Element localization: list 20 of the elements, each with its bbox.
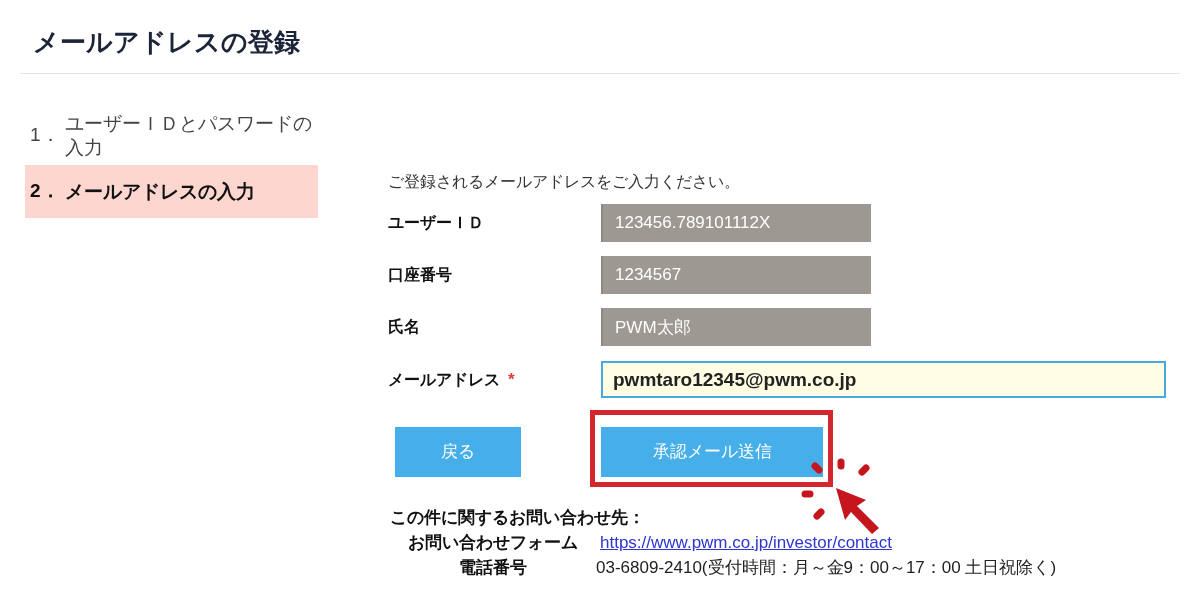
contact-label: お問い合わせフォーム — [407, 532, 579, 554]
form-intro: ご登録されるメールアドレスをご入力ください。 — [388, 172, 741, 192]
field-label: 口座番号 — [388, 265, 452, 285]
text-field[interactable]: pwmtaro12345@pwm.co.jp — [601, 361, 1166, 398]
contact-label: 電話番号 — [458, 557, 528, 579]
contact-link[interactable]: https://www.pwm.co.jp/investor/contact — [600, 530, 892, 555]
action-button[interactable]: 戻る — [395, 427, 521, 477]
step-label: ユーザーＩＤとパスワードの入力 — [65, 111, 313, 160]
click-cursor-icon — [800, 456, 882, 536]
field-label: 氏名 — [388, 317, 420, 337]
field-label: メールアドレス — [388, 369, 500, 390]
step-label: メールアドレスの入力 — [65, 179, 256, 204]
required-mark: * — [508, 368, 515, 391]
action-button[interactable]: 承認メール送信 — [601, 427, 823, 477]
contact-value: 03-6809-2410(受付時間：月～金9：00～17：00 土日祝除く) — [596, 557, 1057, 579]
contact-heading: この件に関するお問い合わせ先： — [390, 507, 646, 529]
step-number: 1． — [30, 123, 61, 148]
step-number: 2． — [30, 179, 61, 204]
field-label: ユーザーＩＤ — [388, 213, 484, 233]
page-title: メールアドレスの登録 — [33, 28, 300, 55]
